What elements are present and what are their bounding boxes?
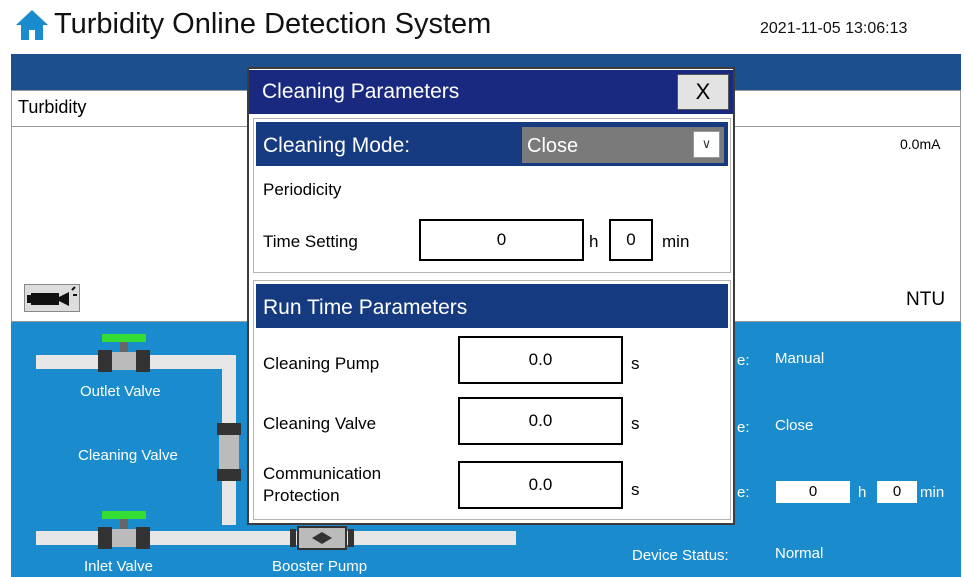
unit-label: NTU (906, 289, 946, 310)
cleaning-valve-label: Cleaning Valve (78, 447, 178, 464)
app-title: Turbidity Online Detection System (54, 8, 492, 40)
cleaning-pump-label: Cleaning Pump (263, 354, 380, 373)
communication-protection-input[interactable]: 0.0 (458, 461, 623, 509)
camera-icon[interactable] (24, 284, 80, 312)
outlet-valve-label: Outlet Valve (80, 383, 161, 400)
current-output-value: 0.0mA (900, 136, 941, 152)
cleaning-pump-input[interactable]: 0.0 (458, 336, 623, 384)
device-status-label: Device Status: (632, 547, 729, 564)
dialog-title: Cleaning Parameters (262, 80, 460, 103)
cleaning-value: Close (775, 417, 814, 434)
device-status-value: Normal (775, 545, 824, 562)
close-button[interactable]: X (677, 74, 729, 110)
minutes-unit-label: min (662, 232, 690, 251)
mode-label-fragment: e: (737, 352, 750, 369)
datetime-display: 2021-11-05 13:06:13 (760, 20, 908, 37)
time-label-fragment: e: (737, 484, 750, 501)
chevron-down-icon[interactable]: ∨ (693, 131, 720, 158)
cleaning-label-fragment: e: (737, 419, 750, 436)
home-icon[interactable] (14, 8, 50, 42)
hours-unit-label: h (589, 232, 599, 251)
booster-pump-label: Booster Pump (272, 558, 368, 575)
time-setting-label: Time Setting (263, 232, 358, 251)
cleaning-valve-input[interactable]: 0.0 (458, 397, 623, 445)
booster-pump-icon[interactable] (290, 525, 354, 551)
period-hours-field[interactable]: 0 (776, 481, 850, 503)
cleaning-pump-unit: s (631, 354, 640, 373)
inlet-valve-label: Inlet Valve (84, 558, 153, 575)
outlet-valve-icon[interactable] (98, 334, 150, 374)
period-minutes-field[interactable]: 0 (877, 481, 917, 503)
communication-protection-label: Communication Protection (263, 464, 382, 505)
inlet-valve-icon[interactable] (98, 511, 150, 551)
cleaning-mode-value[interactable]: Close (527, 135, 578, 158)
period-minutes-unit: min (920, 484, 945, 501)
time-minutes-input[interactable]: 0 (609, 219, 653, 261)
run-time-title: Run Time Parameters (263, 296, 468, 319)
time-hours-input[interactable]: 0 (419, 219, 584, 261)
mode-value: Manual (775, 350, 825, 367)
cleaning-valve-param-label: Cleaning Valve (263, 414, 377, 433)
periodicity-label: Periodicity (263, 180, 342, 199)
cleaning-valve-unit: s (631, 414, 640, 433)
communication-protection-unit: s (631, 480, 640, 499)
turbidity-label: Turbidity (18, 97, 87, 117)
period-hours-unit: h (858, 484, 867, 501)
cleaning-mode-label: Cleaning Mode: (263, 134, 411, 157)
cleaning-valve-icon[interactable] (211, 423, 247, 481)
